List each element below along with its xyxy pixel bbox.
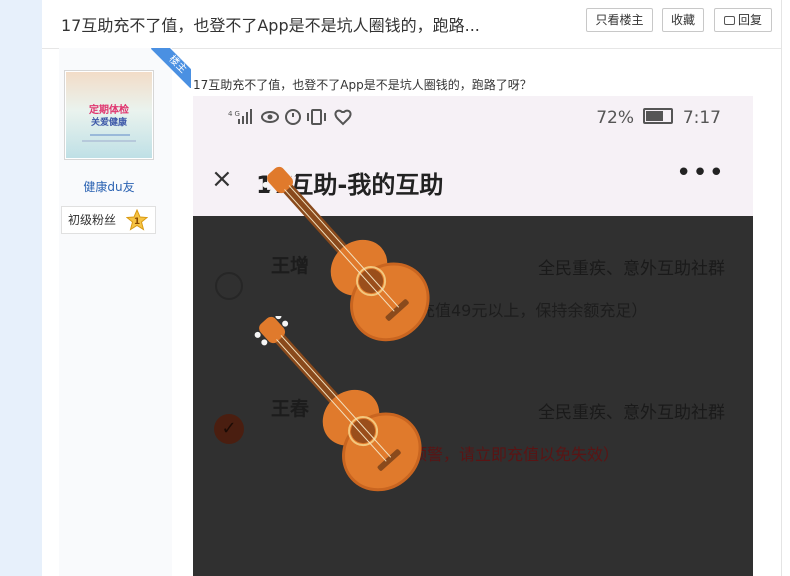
reply-label: 回复 xyxy=(737,13,762,27)
avatar-decoration xyxy=(90,134,130,136)
more-icon: ••• xyxy=(675,158,725,188)
post-body-text: 17互助充不了值，也登不了App是不是坑人圈钱的，跑路了呀？ xyxy=(193,78,532,92)
avatar[interactable]: 定期体检 关爱健康 xyxy=(64,70,154,160)
member-plan: 全民重疾、意外互助社群 xyxy=(538,259,725,279)
radio-unchecked xyxy=(215,272,243,300)
post-screenshot-image[interactable]: 4G 72% 7:17 × 17互助-我的互助 ••• 王增 全民重疾、意外互助… xyxy=(193,96,753,576)
op-badge-label: 楼主 xyxy=(151,48,191,88)
rank-label: 初级粉丝 xyxy=(68,213,117,227)
close-icon: × xyxy=(211,164,233,194)
status-right: 72% 7:17 xyxy=(596,108,721,128)
reply-icon xyxy=(723,16,735,25)
thread-title: 17互助充不了值，也登不了App是不是坑人圈钱的，跑路... xyxy=(61,16,480,35)
svg-text:4G: 4G xyxy=(228,110,242,118)
username-link[interactable]: 健康du友 xyxy=(59,178,159,195)
status-time: 7:17 xyxy=(682,108,721,128)
ukulele-sticker-icon xyxy=(254,316,422,492)
status-icons: 4G xyxy=(228,106,378,133)
radio-checked-icon: ✓ xyxy=(214,414,244,444)
avatar-decoration xyxy=(82,140,136,142)
battery-icon xyxy=(643,108,674,124)
right-scrollbar[interactable] xyxy=(781,0,790,576)
rank-badge[interactable]: 初级粉丝 1 xyxy=(61,206,156,234)
only-op-button[interactable]: 只看楼主 xyxy=(586,8,653,32)
left-gutter xyxy=(0,0,42,576)
avatar-image: 定期体检 关爱健康 xyxy=(66,72,152,158)
star-level-icon: 1 xyxy=(126,209,148,231)
post-container: 17互助充不了值，也登不了App是不是坑人圈钱的，跑路... 只看楼主 收藏 回… xyxy=(42,0,781,576)
author-sidebar: 定期体检 关爱健康 楼主 健康du友 初级粉丝 1 xyxy=(59,48,191,576)
avatar-text-1: 定期体检 xyxy=(89,105,129,116)
avatar-text-2: 关爱健康 xyxy=(90,118,127,128)
thread-header: 17互助充不了值，也登不了App是不是坑人圈钱的，跑路... 只看楼主 收藏 回… xyxy=(42,0,781,49)
op-badge: 楼主 xyxy=(151,48,191,88)
signal-icon: 4G xyxy=(228,109,352,126)
phone-status-bar: 4G 72% 7:17 xyxy=(193,96,753,144)
reply-button[interactable]: 回复 xyxy=(714,8,772,32)
battery-percent: 72% xyxy=(596,108,634,128)
favorite-button[interactable]: 收藏 xyxy=(662,8,704,32)
member-plan: 全民重疾、意外互助社群 xyxy=(538,403,725,423)
rank-level: 1 xyxy=(134,217,140,227)
